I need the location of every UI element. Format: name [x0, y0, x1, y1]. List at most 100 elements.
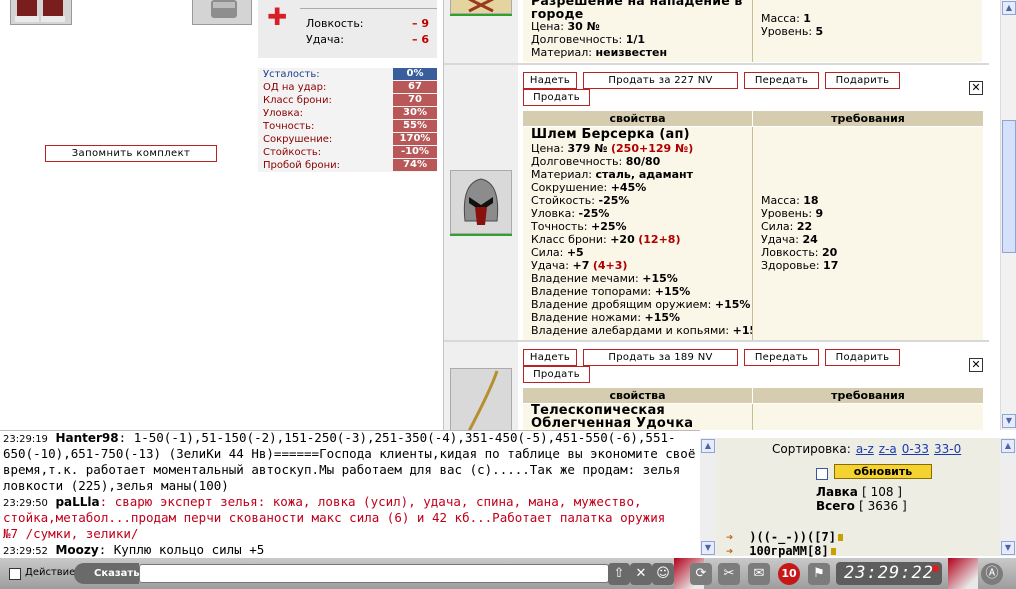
sort-az-link[interactable]: a-z [856, 442, 874, 456]
stat-value: – 6 [412, 33, 429, 46]
shop-scrollbar[interactable]: ▲ ▼ [1000, 0, 1016, 430]
online-scrollbar[interactable]: ▲ ▼ [1000, 438, 1016, 556]
chat-message: время,т.к. работает моментальный автоску… [3, 462, 699, 478]
server-clock: 23:29:22 [836, 562, 942, 585]
prop-swords: Владение мечами: +15% [531, 272, 678, 285]
chat-text: 650(-10),651-750(-13) (ЗелиКи 44 Нв)====… [3, 446, 696, 461]
armor-slot[interactable] [192, 0, 252, 25]
message-count-icon[interactable]: 10 [778, 563, 800, 585]
prop-knives: Владение ножами: +15% [531, 311, 680, 324]
scroll-up-icon[interactable]: ▲ [701, 439, 715, 453]
prop-label: Класс брони: [531, 233, 607, 246]
chat-input[interactable] [139, 564, 609, 583]
chat-nick[interactable]: paLLla [55, 495, 99, 509]
permit-image[interactable] [450, 0, 512, 14]
action-checkbox[interactable] [9, 568, 21, 580]
close-icon[interactable]: ✕ [969, 358, 983, 372]
scroll-down-icon[interactable]: ▼ [701, 541, 715, 555]
durability-bar [450, 234, 512, 236]
health-cross-icon: ✚ [267, 3, 288, 31]
smiley-icon[interactable]: ☺ [652, 563, 674, 585]
private-arrow-icon[interactable]: ➔ [726, 544, 733, 558]
logo-icon[interactable]: Ⓐ [981, 563, 1003, 585]
gift-button[interactable]: Подарить [825, 72, 900, 89]
param-ap: ОД на удар: 67 [258, 81, 437, 94]
sort-za-link[interactable]: z-a [879, 442, 897, 456]
filter-icon[interactable]: ⚑ [808, 563, 830, 585]
remember-set-button[interactable]: Запомнить комплект [45, 145, 217, 162]
req-level: Уровень: 9 [761, 207, 823, 220]
helm-image[interactable] [450, 170, 512, 234]
prop-label: Точность: [531, 220, 588, 233]
filter-checkbox[interactable] [816, 468, 828, 480]
refresh-chat-icon[interactable]: ⟳ [690, 563, 712, 585]
param-fatigue: Усталость: 0% [258, 68, 437, 81]
user-level: [7] [814, 530, 836, 544]
sell-for-button[interactable]: Продать за 189 NV [583, 349, 738, 366]
scroll-up-icon[interactable]: ▲ [1001, 439, 1015, 453]
wear-button[interactable]: Надеть [523, 349, 577, 366]
param-label: Уловка: [263, 108, 304, 119]
total-count-label: Всего [816, 499, 855, 513]
req-value: 17 [823, 259, 839, 272]
gift-button[interactable]: Подарить [825, 349, 900, 366]
chat-scrollbar[interactable]: ▲ ▼ [700, 438, 716, 556]
boots-slot[interactable] [10, 0, 72, 25]
chat-nick[interactable]: Hanter98 [55, 431, 118, 445]
param-accuracy: Точность: 55% [258, 120, 437, 133]
user-name[interactable]: 100граMM [749, 544, 807, 558]
chat-bubble-icon[interactable]: ✉ [748, 563, 770, 585]
chat-nick[interactable]: Moozy [55, 543, 98, 557]
rod-image[interactable] [450, 368, 512, 430]
message-count: 10 [781, 567, 797, 580]
param-label: Усталость: [263, 69, 320, 80]
armor-icon [211, 0, 237, 18]
wear-button[interactable]: Надеть [523, 72, 577, 89]
total-count: Всего [ 3636 ] [816, 499, 907, 513]
prop-label: Сила: [531, 246, 564, 259]
item-title: Разрешение на нападение в городе [531, 0, 743, 21]
chat-message: ловкости (225),зелья маны(100) [3, 478, 699, 494]
tools-icon[interactable]: ✂ [718, 563, 740, 585]
prop-crush: Сокрушение: +45% [531, 181, 646, 194]
sort-33-0-link[interactable]: 33-0 [934, 442, 961, 456]
combat-params: Усталость: 0% ОД на удар: 67 Класс брони: 7… [258, 68, 437, 172]
sell-button[interactable]: Продать [523, 89, 590, 106]
sort-0-33-link[interactable]: 0-33 [902, 442, 929, 456]
online-user[interactable]: ➔ )((-_-))([7] [726, 530, 843, 544]
prop-value: +45% [610, 181, 647, 194]
prop-label: Стойкость: [531, 194, 595, 207]
item-content: Разрешение на нападение в городе Цена: 3… [522, 0, 989, 64]
req-label: Ловкость: [761, 246, 819, 259]
clear-icon[interactable]: ✕ [630, 563, 652, 585]
send-up-icon[interactable]: ⇧ [608, 563, 630, 585]
bottom-toolbar: Действие Сказать: ⇧ ✕ ☺ ⟳ ✂ ✉ 10 ⚑ 23:29… [0, 558, 1016, 589]
say-button[interactable]: Сказать: [74, 563, 144, 584]
transfer-button[interactable]: Передать [744, 349, 819, 366]
item-icon-cell [444, 0, 518, 64]
item-material: Материал: неизвестен [531, 46, 667, 59]
chat-time: 23:29:19 [3, 434, 48, 445]
user-name[interactable]: )((-_-))( [749, 530, 814, 544]
param-value: 67 [393, 81, 437, 93]
stat-label: Ловкость: [306, 17, 364, 30]
param-value: 170% [393, 133, 437, 145]
param-value: 74% [393, 159, 437, 171]
sell-button[interactable]: Продать [523, 366, 590, 383]
scroll-down-icon[interactable]: ▼ [1002, 414, 1016, 428]
scroll-up-icon[interactable]: ▲ [1002, 1, 1016, 15]
scroll-thumb[interactable] [1002, 120, 1016, 253]
private-arrow-icon[interactable]: ➔ [726, 530, 733, 544]
chat-text: : сварю эксперт зелья: кожа, ловка (усил… [99, 494, 642, 509]
close-icon[interactable]: ✕ [969, 81, 983, 95]
transfer-button[interactable]: Передать [744, 72, 819, 89]
scroll-down-icon[interactable]: ▼ [1001, 541, 1015, 555]
prop-stamina: Стойкость: -25% [531, 194, 629, 207]
sell-for-button[interactable]: Продать за 227 NV [583, 72, 738, 89]
reqs-header: требования [753, 388, 983, 403]
prop-label: Владение топорами: [531, 285, 652, 298]
item-material: Материал: сталь, адамант [531, 168, 693, 181]
refresh-button[interactable]: обновить [834, 464, 932, 479]
chat-log: 23:29:19 Hanter98: 1-50(-1),51-150(-2),1… [0, 430, 700, 558]
online-user[interactable]: ➔ 100граMM[8] [726, 544, 836, 558]
